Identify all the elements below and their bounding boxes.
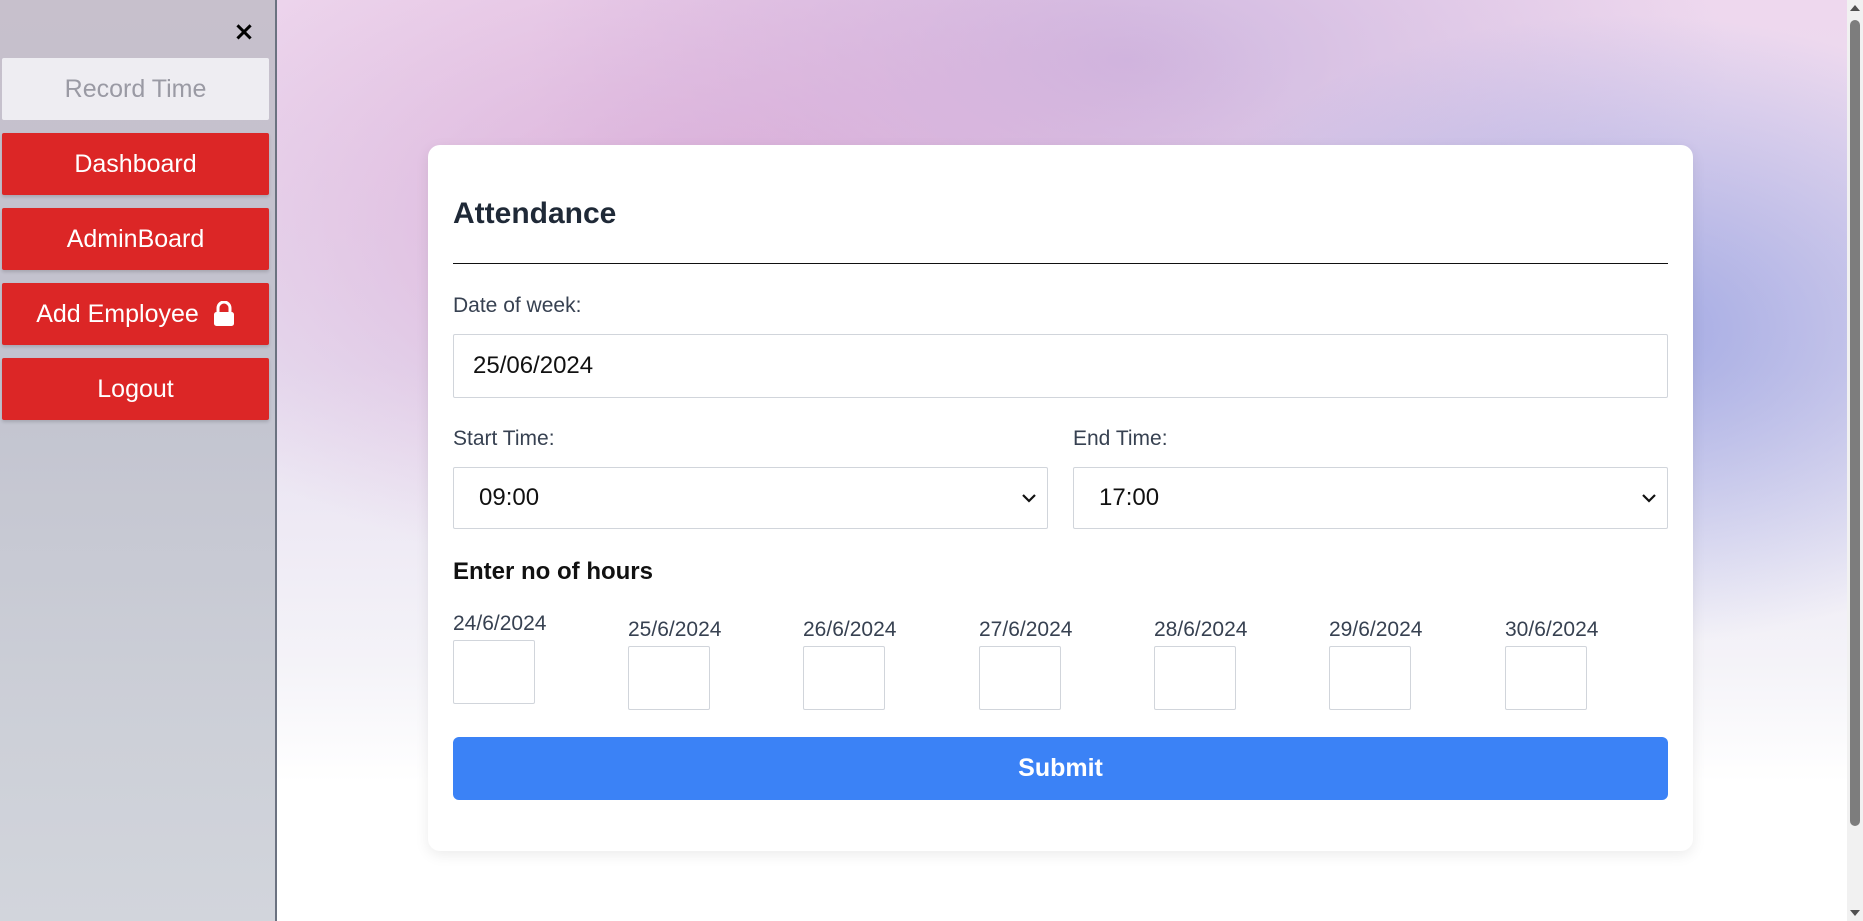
scroll-up-icon[interactable]	[1850, 5, 1860, 11]
submit-button[interactable]: Submit	[453, 737, 1668, 800]
end-time-label: End Time:	[1073, 427, 1168, 450]
sidebar: × Record Time Dashboard AdminBoard Add E…	[0, 0, 277, 921]
day-date-label: 29/6/2024	[1329, 618, 1423, 641]
title-divider	[453, 263, 1668, 264]
day-hours-input[interactable]	[1329, 646, 1411, 710]
day-hours-item: 26/6/2024	[803, 618, 896, 710]
day-hours-item: 30/6/2024	[1505, 618, 1598, 710]
day-hours-item: 29/6/2024	[1329, 618, 1422, 710]
day-date-label: 25/6/2024	[628, 618, 722, 641]
sidebar-item-record-time[interactable]: Record Time	[2, 58, 269, 120]
attendance-card: Attendance Date of week: Start Time: 09:…	[428, 145, 1693, 851]
day-hours-input[interactable]	[1505, 646, 1587, 710]
sidebar-item-label: Dashboard	[74, 149, 197, 178]
day-hours-item: 24/6/2024	[453, 612, 546, 704]
sidebar-item-label: Record Time	[64, 74, 207, 103]
chevron-down-icon	[1642, 494, 1656, 503]
chevron-down-icon	[1022, 494, 1036, 503]
sidebar-item-logout[interactable]: Logout	[2, 358, 269, 420]
hours-heading: Enter no of hours	[453, 558, 653, 585]
sidebar-item-adminboard[interactable]: AdminBoard	[2, 208, 269, 270]
day-hours-input[interactable]	[453, 640, 535, 704]
sidebar-item-dashboard[interactable]: Dashboard	[2, 133, 269, 195]
day-hours-input[interactable]	[979, 646, 1061, 710]
day-hours-item: 25/6/2024	[628, 618, 721, 710]
start-time-select[interactable]: 09:00	[453, 467, 1048, 529]
page-scrollbar[interactable]	[1847, 0, 1863, 921]
scroll-down-icon[interactable]	[1850, 910, 1860, 916]
close-icon[interactable]: ×	[230, 18, 258, 46]
day-hours-item: 28/6/2024	[1154, 618, 1247, 710]
day-hours-input[interactable]	[1154, 646, 1236, 710]
day-date-label: 24/6/2024	[453, 612, 547, 635]
day-hours-input[interactable]	[803, 646, 885, 710]
sidebar-item-add-employee[interactable]: Add Employee	[2, 283, 269, 345]
day-date-label: 30/6/2024	[1505, 618, 1599, 641]
day-hours-input[interactable]	[628, 646, 710, 710]
lock-icon	[213, 300, 235, 327]
date-of-week-label: Date of week:	[453, 294, 582, 317]
sidebar-item-label: AdminBoard	[66, 224, 205, 253]
page-title: Attendance	[453, 197, 617, 230]
end-time-select[interactable]: 17:00	[1073, 467, 1668, 529]
sidebar-item-label: Logout	[97, 374, 174, 403]
end-time-value: 17:00	[1099, 484, 1160, 511]
sidebar-item-label: Add Employee	[36, 299, 199, 328]
day-date-label: 26/6/2024	[803, 618, 897, 641]
day-hours-item: 27/6/2024	[979, 618, 1072, 710]
day-date-label: 27/6/2024	[979, 618, 1073, 641]
date-of-week-input[interactable]	[453, 334, 1668, 398]
scrollbar-thumb[interactable]	[1850, 20, 1860, 826]
day-date-label: 28/6/2024	[1154, 618, 1248, 641]
start-time-label: Start Time:	[453, 427, 555, 450]
start-time-value: 09:00	[479, 484, 540, 511]
